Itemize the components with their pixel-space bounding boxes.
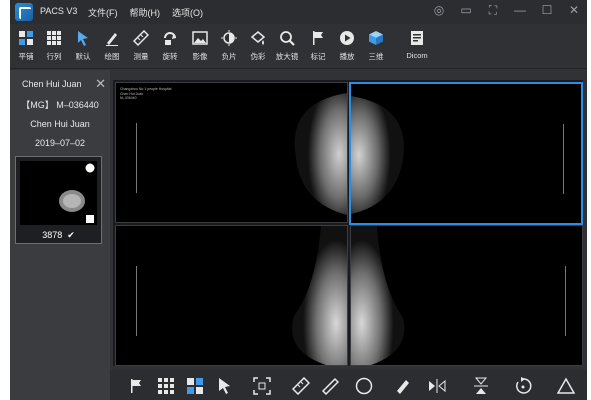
tool-default[interactable]: 默认 <box>70 30 96 62</box>
check-icon: ✔ <box>64 230 75 240</box>
tool-label: 播放 <box>339 52 355 61</box>
flag-marker-icon[interactable] <box>128 377 146 395</box>
tool-label: Dicom <box>406 51 428 60</box>
cube-3d-icon <box>369 31 383 45</box>
mammogram-image <box>136 93 347 215</box>
viewport-top-left[interactable]: Changzhou No.1 people Hospital Chen Hui … <box>115 82 348 223</box>
patient-header: Chen Hui Juan ✕ <box>10 74 110 92</box>
thumbnail-image <box>20 161 97 225</box>
tool-rotate[interactable]: 旋转 <box>157 30 183 62</box>
tool-label: 影像 <box>192 52 208 61</box>
circle-icon[interactable] <box>355 377 373 395</box>
mammogram-image <box>351 96 564 214</box>
main-toolbar: 平铺 行列 默认 绘图 测量 旋转 影像 负片 伪彩 放大镜 标记 播放 三维 … <box>10 24 587 69</box>
grid-9-icon[interactable] <box>157 377 175 395</box>
tool-label: 放大镜 <box>275 52 299 61</box>
menu-file[interactable]: 文件(F) <box>88 6 118 19</box>
ruler-icon[interactable] <box>321 377 339 395</box>
tool-magnifier[interactable]: 放大镜 <box>274 30 300 62</box>
window-controls: ◎ ▭ ⛶ — ☐ ✕ <box>432 3 581 17</box>
flip-vertical-icon[interactable] <box>472 377 490 395</box>
viewport-top-right-active[interactable] <box>349 82 583 225</box>
flag-marker-icon <box>313 31 323 45</box>
minimize-icon[interactable]: — <box>513 3 527 17</box>
tool-label: 三维 <box>368 52 384 61</box>
tool-label: 负片 <box>221 52 237 61</box>
tool-3d[interactable]: 三维 <box>363 30 389 62</box>
tile-grid-icon[interactable] <box>186 377 204 395</box>
maximize-icon[interactable]: ☐ <box>540 3 554 17</box>
patient-modality-id: 【MG】 M–036440 <box>21 100 99 110</box>
study-date: 2019–07–02 <box>34 138 86 148</box>
invert-contrast-icon <box>221 30 237 46</box>
tool-measure[interactable]: 测量 <box>128 30 154 62</box>
patient-name: Chen Hui Juan <box>22 79 82 89</box>
dicom-file-icon <box>411 31 423 45</box>
tool-mark[interactable]: 标记 <box>305 30 331 62</box>
series-count: 3878 ✔ <box>16 230 101 241</box>
app-logo-icon <box>15 3 33 21</box>
triangle-icon[interactable] <box>557 377 575 395</box>
monitor-icon[interactable]: ▭ <box>459 3 473 17</box>
close-icon[interactable]: ✕ <box>567 3 581 17</box>
image-viewer: Changzhou No.1 people Hospital Chen Hui … <box>113 80 583 366</box>
pacs-window: PACS V3 文件(F) 帮助(H) 选项(O) ◎ ▭ ⛶ — ☐ ✕ 平铺… <box>10 0 587 400</box>
pointer-arrow-icon[interactable] <box>216 377 234 395</box>
tool-tile[interactable]: 平铺 <box>13 30 39 62</box>
image-count: 3878 <box>42 230 63 240</box>
tool-label: 平铺 <box>18 52 34 61</box>
bottom-toolbar <box>110 370 587 400</box>
tool-pseudo-color[interactable]: 伪彩 <box>245 30 271 62</box>
mammogram-thumbnail <box>59 163 95 223</box>
menu-help[interactable]: 帮助(H) <box>130 6 161 19</box>
tool-label: 绘图 <box>104 52 120 61</box>
tool-image[interactable]: 影像 <box>187 30 213 62</box>
menu-bar: 文件(F) 帮助(H) 选项(O) <box>88 6 203 19</box>
tool-label: 默认 <box>75 52 91 61</box>
pointer-arrow-icon <box>78 31 88 46</box>
tool-label: 行列 <box>46 52 62 61</box>
app-title: PACS V3 <box>40 6 78 16</box>
ruler-measure-icon <box>133 30 149 47</box>
rotate-icon <box>164 32 176 45</box>
patient-info: 【MG】 M–036440 Chen Hui Juan 2019–07–02 <box>10 96 110 153</box>
tool-rows-cols[interactable]: 行列 <box>41 30 67 62</box>
tool-label: 旋转 <box>162 52 178 61</box>
rotate-icon[interactable] <box>514 377 532 395</box>
title-bar: PACS V3 文件(F) 帮助(H) 选项(O) ◎ ▭ ⛶ — ☐ ✕ <box>10 0 587 24</box>
fullscreen-icon[interactable]: ⛶ <box>486 3 500 17</box>
target-icon[interactable]: ◎ <box>432 3 446 17</box>
magnifier-icon <box>280 31 295 46</box>
menu-options[interactable]: 选项(O) <box>172 6 203 19</box>
ruler-measure-icon[interactable] <box>292 377 310 395</box>
tool-label: 伪彩 <box>250 52 266 61</box>
close-icon[interactable]: ✕ <box>95 76 106 92</box>
tile-grid-icon <box>19 31 33 45</box>
flip-horizontal-icon[interactable] <box>428 377 446 395</box>
tool-play[interactable]: 播放 <box>334 30 360 62</box>
tool-label: 标记 <box>310 52 326 61</box>
fit-screen-icon[interactable] <box>253 377 271 395</box>
series-thumbnail[interactable]: 3878 ✔ <box>15 156 102 244</box>
pen-draw-icon <box>106 33 118 46</box>
mammogram-image <box>136 226 347 365</box>
mammogram-image <box>351 226 566 365</box>
play-icon <box>340 31 354 45</box>
viewport-bottom-left[interactable] <box>115 225 348 366</box>
pen-draw-icon[interactable] <box>394 377 412 395</box>
patient-sidebar: Chen Hui Juan ✕ 【MG】 M–036440 Chen Hui J… <box>10 70 110 400</box>
rows-cols-grid-icon <box>47 31 61 45</box>
pseudo-color-icon <box>250 31 266 45</box>
tool-draw[interactable]: 绘图 <box>99 30 125 62</box>
tool-dicom[interactable]: Dicom <box>402 30 432 60</box>
image-icon <box>192 31 208 45</box>
tool-label: 测量 <box>133 52 149 61</box>
patient-display-name: Chen Hui Juan <box>30 119 90 129</box>
tool-negative[interactable]: 负片 <box>216 30 242 62</box>
viewport-bottom-right[interactable] <box>350 225 583 366</box>
